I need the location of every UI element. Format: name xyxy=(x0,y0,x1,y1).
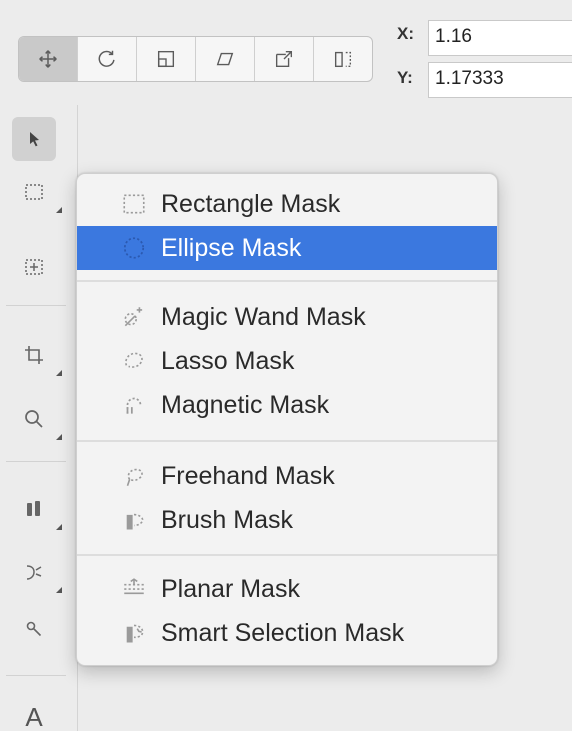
menu-item-label: Brush Mask xyxy=(161,505,293,534)
flip-icon xyxy=(334,51,352,68)
tool-divider xyxy=(6,461,66,462)
menu-item-ellipse-mask[interactable]: Ellipse Mask xyxy=(77,226,497,270)
tool-divider xyxy=(6,675,66,676)
menu-separator xyxy=(77,554,497,556)
move-icon xyxy=(39,50,57,68)
crop-icon xyxy=(25,346,43,364)
menu-item-label: Freehand Mask xyxy=(161,461,335,490)
menu-item-label: Smart Selection Mask xyxy=(161,618,405,647)
planar-mask-icon xyxy=(119,574,149,604)
rectangle-select-icon xyxy=(25,184,43,200)
text-tool[interactable]: A xyxy=(12,695,56,731)
menu-item-label: Planar Mask xyxy=(161,574,300,603)
move-button[interactable] xyxy=(19,37,78,81)
menu-item-label: Lasso Mask xyxy=(161,346,295,375)
tool-panel: A xyxy=(0,105,78,731)
retouch-brush-icon xyxy=(26,621,42,637)
x-label: X: xyxy=(397,24,414,43)
pointer-icon xyxy=(30,132,39,147)
y-label: Y: xyxy=(397,68,413,87)
flip-button[interactable] xyxy=(314,37,372,81)
pointer-tool[interactable] xyxy=(12,117,56,161)
menu-item-smart-selection-mask[interactable]: Smart Selection Mask xyxy=(77,611,497,655)
mask-type-menu: Rectangle Mask Ellipse Mask Magic Wand M… xyxy=(76,173,498,666)
skew-icon xyxy=(216,52,234,66)
crop-tool[interactable] xyxy=(12,333,62,377)
lasso-mask-icon xyxy=(119,346,149,376)
distort-icon xyxy=(275,50,293,68)
smart-selection-mask-icon xyxy=(119,618,149,648)
brush-mask-icon xyxy=(119,505,149,535)
zoom-tool[interactable] xyxy=(12,397,62,441)
menu-item-label: Magic Wand Mask xyxy=(161,302,366,331)
more-tools-indicator xyxy=(56,434,62,440)
rectangle-select-tool[interactable] xyxy=(12,170,62,214)
x-coordinate-field[interactable]: 1.16 xyxy=(428,20,572,56)
menu-separator xyxy=(77,440,497,442)
menu-item-label: Rectangle Mask xyxy=(161,189,341,218)
menu-separator xyxy=(77,280,497,282)
menu-item-lasso-mask[interactable]: Lasso Mask xyxy=(77,339,497,383)
magnifier-icon xyxy=(25,410,43,428)
menu-item-brush-mask[interactable]: Brush Mask xyxy=(77,498,497,542)
menu-item-magic-wand-mask[interactable]: Magic Wand Mask xyxy=(77,295,497,339)
menu-item-freehand-mask[interactable]: Freehand Mask xyxy=(77,454,497,498)
ellipse-mask-icon xyxy=(119,233,149,263)
rectangle-mask-icon xyxy=(119,189,149,219)
menu-item-rectangle-mask[interactable]: Rectangle Mask xyxy=(77,182,497,226)
magnetic-mask-icon xyxy=(119,390,149,420)
scale-icon xyxy=(157,50,175,68)
menu-item-planar-mask[interactable]: Planar Mask xyxy=(77,567,497,611)
distort-button[interactable] xyxy=(255,37,314,81)
magic-wand-mask-icon xyxy=(119,302,149,332)
mask-tool-window: X: 1.16 Y: 1.17333 A Rectangle Mask Elli… xyxy=(0,0,572,731)
scale-button[interactable] xyxy=(137,37,196,81)
mask-select-icon xyxy=(25,259,43,275)
tool-divider xyxy=(6,305,66,306)
paint-tool[interactable] xyxy=(12,487,62,531)
menu-item-label: Ellipse Mask xyxy=(161,233,302,262)
more-tools-indicator xyxy=(56,207,62,213)
clone-tool[interactable] xyxy=(12,550,62,594)
freehand-mask-icon xyxy=(119,461,149,491)
clone-stamp-icon xyxy=(26,565,42,580)
more-tools-indicator xyxy=(56,524,62,530)
mask-select-tool[interactable] xyxy=(12,245,56,289)
paint-bucket-icon xyxy=(27,501,40,516)
more-tools-indicator xyxy=(56,370,62,376)
more-tools-indicator xyxy=(56,587,62,593)
rotate-icon xyxy=(98,50,115,67)
skew-button[interactable] xyxy=(196,37,255,81)
rotate-button[interactable] xyxy=(78,37,137,81)
y-coordinate-field[interactable]: 1.17333 xyxy=(428,62,572,98)
menu-item-label: Magnetic Mask xyxy=(161,390,330,419)
retouch-tool[interactable] xyxy=(12,607,56,651)
transform-toolbar xyxy=(18,36,373,82)
menu-item-magnetic-mask[interactable]: Magnetic Mask xyxy=(77,383,497,427)
